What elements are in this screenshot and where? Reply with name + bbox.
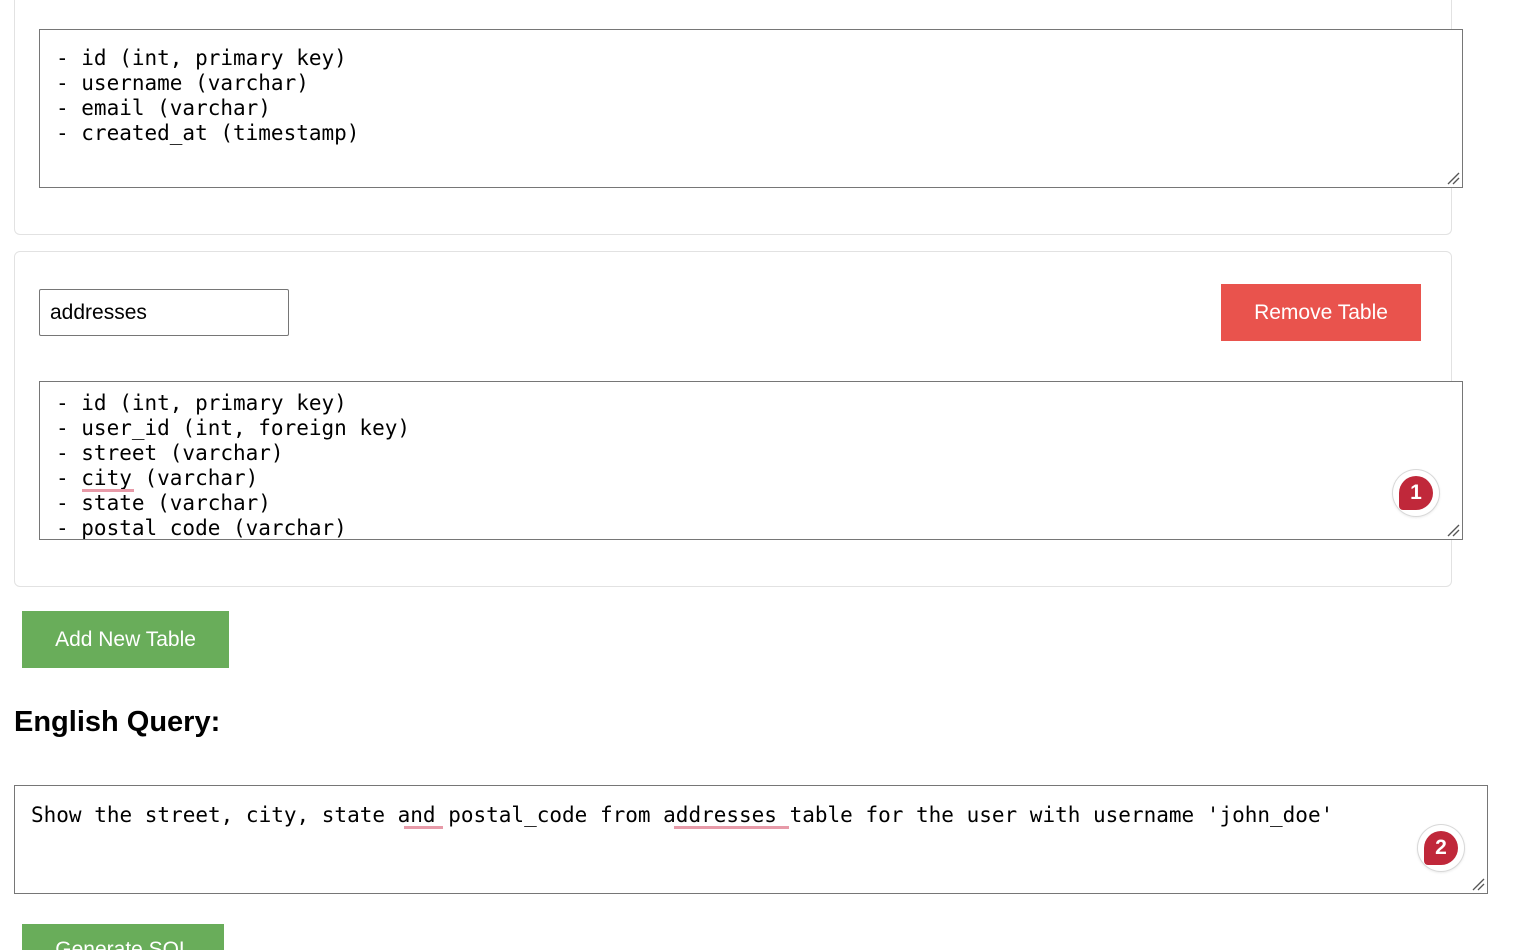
schema-line: - username (varchar) — [56, 71, 309, 95]
english-query-textarea[interactable]: Show the street, city, state and postal_… — [14, 785, 1488, 894]
schema-line: - postal_code (varchar) — [56, 516, 347, 540]
spellcheck-underline — [674, 826, 789, 829]
grammar-badge-1[interactable]: 1 — [1393, 470, 1439, 516]
table-schema-textarea-addresses[interactable]: - id (int, primary key) - user_id (int, f… — [39, 381, 1463, 540]
resize-handle-icon[interactable] — [1446, 171, 1460, 185]
resize-handle-icon[interactable] — [1446, 523, 1460, 537]
add-new-table-button[interactable]: Add New Table — [22, 611, 229, 668]
page: - id (int, primary key) - username (varch… — [0, 0, 1520, 950]
issue-count-badge: 1 — [1399, 476, 1433, 510]
schema-line: - user_id (int, foreign key) — [56, 416, 411, 440]
resize-handle-icon[interactable] — [1471, 877, 1485, 891]
schema-line: - street (varchar) — [56, 441, 284, 465]
spellcheck-underline — [404, 826, 443, 829]
schema-line: - id (int, primary key) — [56, 46, 347, 70]
english-query-heading: English Query: — [14, 706, 221, 738]
remove-table-button[interactable]: Remove Table — [1221, 284, 1421, 341]
schema-line: - email (varchar) — [56, 96, 271, 120]
schema-line: - state (varchar) — [56, 491, 271, 515]
generate-sql-button[interactable]: Generate SQL — [22, 924, 224, 950]
schema-line: - id (int, primary key) — [56, 391, 347, 415]
spellcheck-underline — [82, 489, 134, 492]
table-name-input[interactable] — [39, 289, 289, 336]
table-schema-textarea-users[interactable]: - id (int, primary key) - username (varch… — [39, 29, 1463, 188]
issue-count-badge: 2 — [1424, 831, 1458, 865]
query-text: Show the street, city, state and postal_… — [31, 803, 1334, 827]
schema-line: - city (varchar) — [56, 466, 259, 490]
schema-line: - created_at (timestamp) — [56, 121, 360, 145]
grammar-badge-2[interactable]: 2 — [1418, 825, 1464, 871]
